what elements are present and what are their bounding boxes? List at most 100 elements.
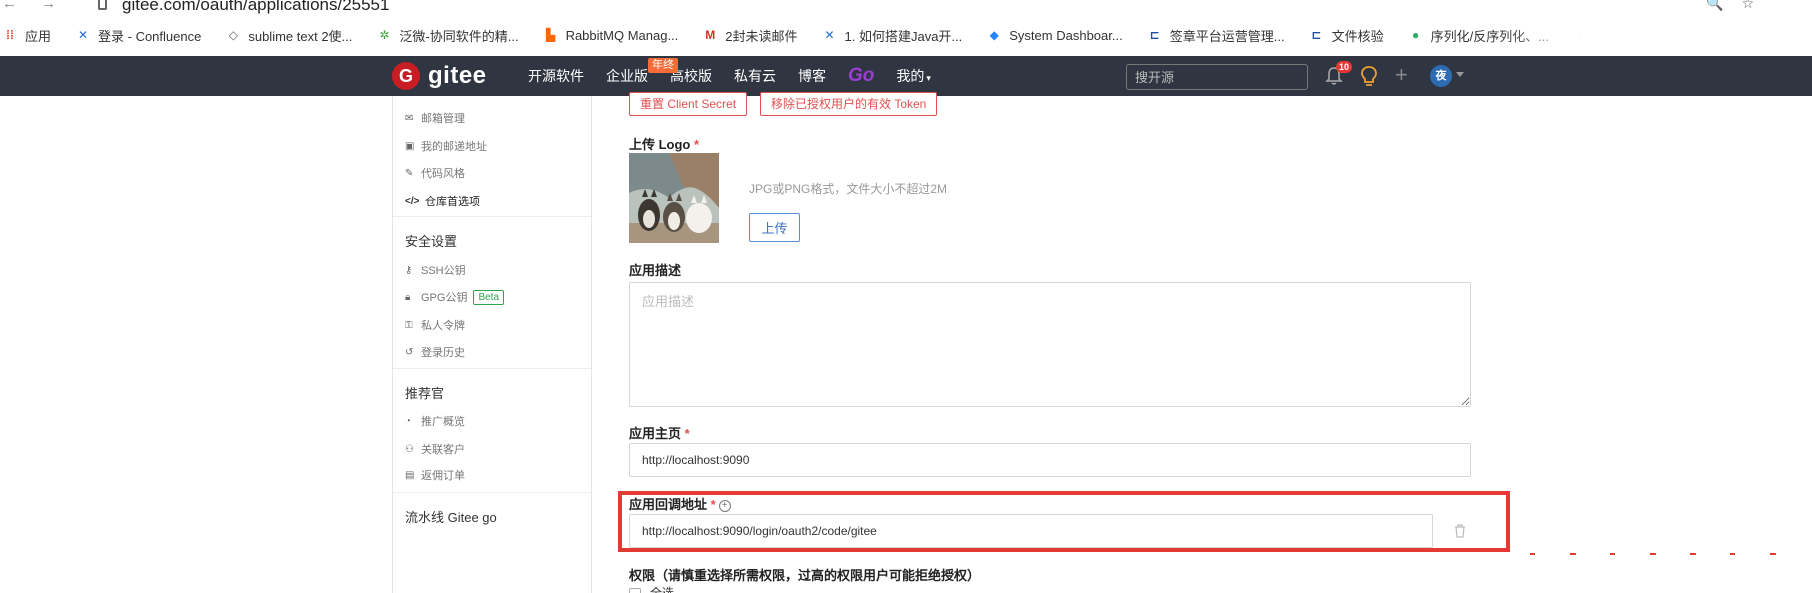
jira-icon: ◆: [989, 28, 999, 42]
select-all-checkbox[interactable]: [629, 588, 641, 593]
confluence-icon: ✕: [77, 28, 89, 42]
bookmark-label: 签章平台运营管理...: [1169, 28, 1285, 44]
sidebar-item-email[interactable]: ✉ 邮箱管理: [405, 110, 465, 126]
nav-item-private-cloud[interactable]: 私有云: [734, 66, 776, 86]
homepage-url-input[interactable]: [629, 443, 1471, 477]
sidebar-item-personal-token[interactable]: ⚿ 私人令牌: [405, 317, 465, 333]
bookmark-item[interactable]: ◆ System Dashboar...: [986, 27, 1123, 43]
sidebar-divider: [393, 492, 591, 493]
browser-nav-arrows-icon[interactable]: ← →: [2, 0, 66, 12]
sidebar-item-gpg-key[interactable]: 🔒︎ GPG公钥 Beta: [405, 289, 505, 305]
avatar[interactable]: 夜: [1430, 65, 1452, 87]
sidebar-item-linked-customers[interactable]: ⚇ 关联客户: [405, 441, 465, 457]
sidebar-item-promo-overview[interactable]: ◔ 推广概览: [405, 413, 465, 429]
required-mark: *: [694, 137, 700, 152]
browser-toolbar-icons[interactable]: 🔍☆: [1706, 0, 1772, 12]
bookmarks-overflow-fade: [1502, 14, 1812, 56]
address-card-icon: ▣: [405, 140, 415, 152]
tag-icon: ◇: [228, 28, 238, 42]
upload-logo-button[interactable]: 上传: [749, 213, 800, 242]
bookmark-item[interactable]: ✕ 登录 - Confluence: [75, 26, 201, 45]
sidebar-item-label: 返佣订单: [421, 470, 465, 482]
bookmark-label: 泛微-协同软件的精...: [399, 28, 519, 44]
address-url[interactable]: gitee.com/oauth/applications/25551: [122, 0, 389, 14]
logo-field-label: 上传 Logo *: [629, 134, 699, 153]
bookmark-item[interactable]: ◇ sublime text 2使...: [225, 26, 353, 45]
brush-icon: ✎: [405, 167, 414, 179]
notification-count-badge: 10: [1336, 61, 1353, 73]
settings-sidebar: ✉ 邮箱管理 ▣ 我的邮递地址 ✎ 代码风格 </> 仓库首选项 安全设置 ⚷ SSH公钥…: [392, 96, 592, 593]
bracket-icon: ⊏: [1149, 28, 1160, 42]
nav-item-enterprise[interactable]: 企业版: [606, 66, 648, 86]
sidebar-item-label: GPG公钥: [421, 292, 468, 304]
beta-badge: Beta: [473, 289, 505, 305]
revoke-tokens-button[interactable]: 移除已授权用户的有效 Token: [760, 92, 938, 116]
sidebar-item-ssh-key[interactable]: ⚷ SSH公钥: [405, 262, 466, 278]
bookmark-label: 文件核验: [1331, 28, 1384, 44]
sidebar-item-label: 关联客户: [421, 444, 465, 456]
sidebar-divider: [393, 216, 591, 217]
bookmark-item[interactable]: ▙ RabbitMQ Manag...: [543, 27, 679, 43]
sidebar-item-label: 私人令牌: [421, 320, 465, 332]
app-logo-dogs-picture: [629, 153, 719, 243]
user-link-icon: ⚇: [405, 443, 414, 455]
sidebar-item-label: SSH公钥: [421, 265, 466, 277]
bookmark-label: RabbitMQ Manag...: [565, 27, 679, 43]
sidebar-item-code-style[interactable]: ✎ 代码风格: [405, 165, 465, 181]
key-icon: ⚷: [405, 264, 413, 276]
required-mark: *: [684, 426, 690, 441]
lock-icon: [98, 0, 107, 10]
bookmark-label: 1. 如何搭建Java开...: [844, 28, 963, 44]
bookmark-item[interactable]: ✕ 1. 如何搭建Java开...: [822, 26, 963, 45]
sidebar-item-address[interactable]: ▣ 我的邮递地址: [405, 138, 487, 154]
sidebar-section-pipeline[interactable]: 流水线 Gitee go: [405, 507, 497, 526]
desc-field-label: 应用描述: [629, 263, 682, 278]
mail-icon: ✉: [405, 112, 414, 124]
nav-item-blog[interactable]: 博客: [798, 66, 826, 86]
sidebar-item-login-history[interactable]: ↺ 登录历史: [405, 344, 465, 360]
gear-icon: ✲: [379, 28, 390, 42]
lock-icon: 🔒︎: [405, 291, 411, 303]
bookmark-label: sublime text 2使...: [248, 28, 353, 44]
search-input[interactable]: [1126, 64, 1308, 90]
chevron-down-icon[interactable]: [1456, 72, 1464, 77]
homepage-field-label: 应用主页 *: [629, 423, 690, 442]
callback-highlight-annotation: [618, 491, 1510, 552]
gitee-logo[interactable]: G gitee: [392, 62, 487, 90]
bookmark-item[interactable]: ⊏ 签章平台运营管理...: [1147, 26, 1285, 45]
history-icon: ↺: [405, 346, 414, 358]
sidebar-item-repo-preferences[interactable]: </> 仓库首选项: [405, 193, 480, 209]
bookmarks-bar: ⁞⁞ 应用 ✕ 登录 - Confluence ◇ sublime text 2使... ✲…: [0, 14, 1812, 56]
app-description-textarea[interactable]: [629, 282, 1471, 407]
nav-item-open-source[interactable]: 开源软件: [528, 66, 584, 86]
bookmark-item[interactable]: M 2封未读邮件: [702, 26, 797, 45]
bookmark-label: 登录 - Confluence: [98, 28, 202, 44]
bookmark-item[interactable]: ✲ 泛微-协同软件的精...: [376, 26, 518, 45]
sidebar-section-referral: 推荐官: [405, 386, 445, 401]
token-icon: ⚿: [405, 319, 413, 331]
plus-icon[interactable]: +: [1395, 64, 1408, 86]
gitee-logo-text: gitee: [428, 62, 487, 89]
sidebar-divider: [393, 368, 591, 369]
gmail-icon: M: [705, 28, 716, 42]
sidebar-item-label: 推广概览: [421, 416, 465, 428]
dashboard-icon: ◔: [405, 415, 412, 427]
nav-item-mine-label: 我的: [896, 68, 925, 84]
lightbulb-icon[interactable]: [1359, 65, 1379, 87]
wechat-icon: ●: [1411, 28, 1420, 42]
reset-client-secret-button[interactable]: 重置 Client Secret: [629, 92, 748, 116]
promo-badge: 年终: [648, 58, 678, 73]
sidebar-item-label: 登录历史: [421, 347, 465, 359]
sidebar-item-label: 仓库首选项: [425, 196, 480, 208]
bookmark-item[interactable]: ⊏ 文件核验: [1309, 26, 1384, 45]
gitee-top-nav: G gitee 开源软件 企业版 高校版 私有云 博客 Go 我的▾ 年终 10…: [0, 56, 1812, 96]
nav-item-go[interactable]: Go: [848, 65, 874, 87]
sidebar-item-label: 代码风格: [421, 168, 465, 180]
code-icon: </>: [405, 195, 420, 207]
sidebar-item-commission-orders[interactable]: ▤ 返佣订单: [405, 467, 465, 483]
bookmark-item[interactable]: ⁞⁞ 应用: [2, 26, 51, 45]
nav-item-mine[interactable]: 我的 ▾: [896, 66, 931, 86]
rabbitmq-icon: ▙: [545, 28, 556, 42]
bookmark-label: System Dashboar...: [1009, 27, 1123, 43]
sidebar-item-label: 我的邮递地址: [421, 141, 487, 153]
